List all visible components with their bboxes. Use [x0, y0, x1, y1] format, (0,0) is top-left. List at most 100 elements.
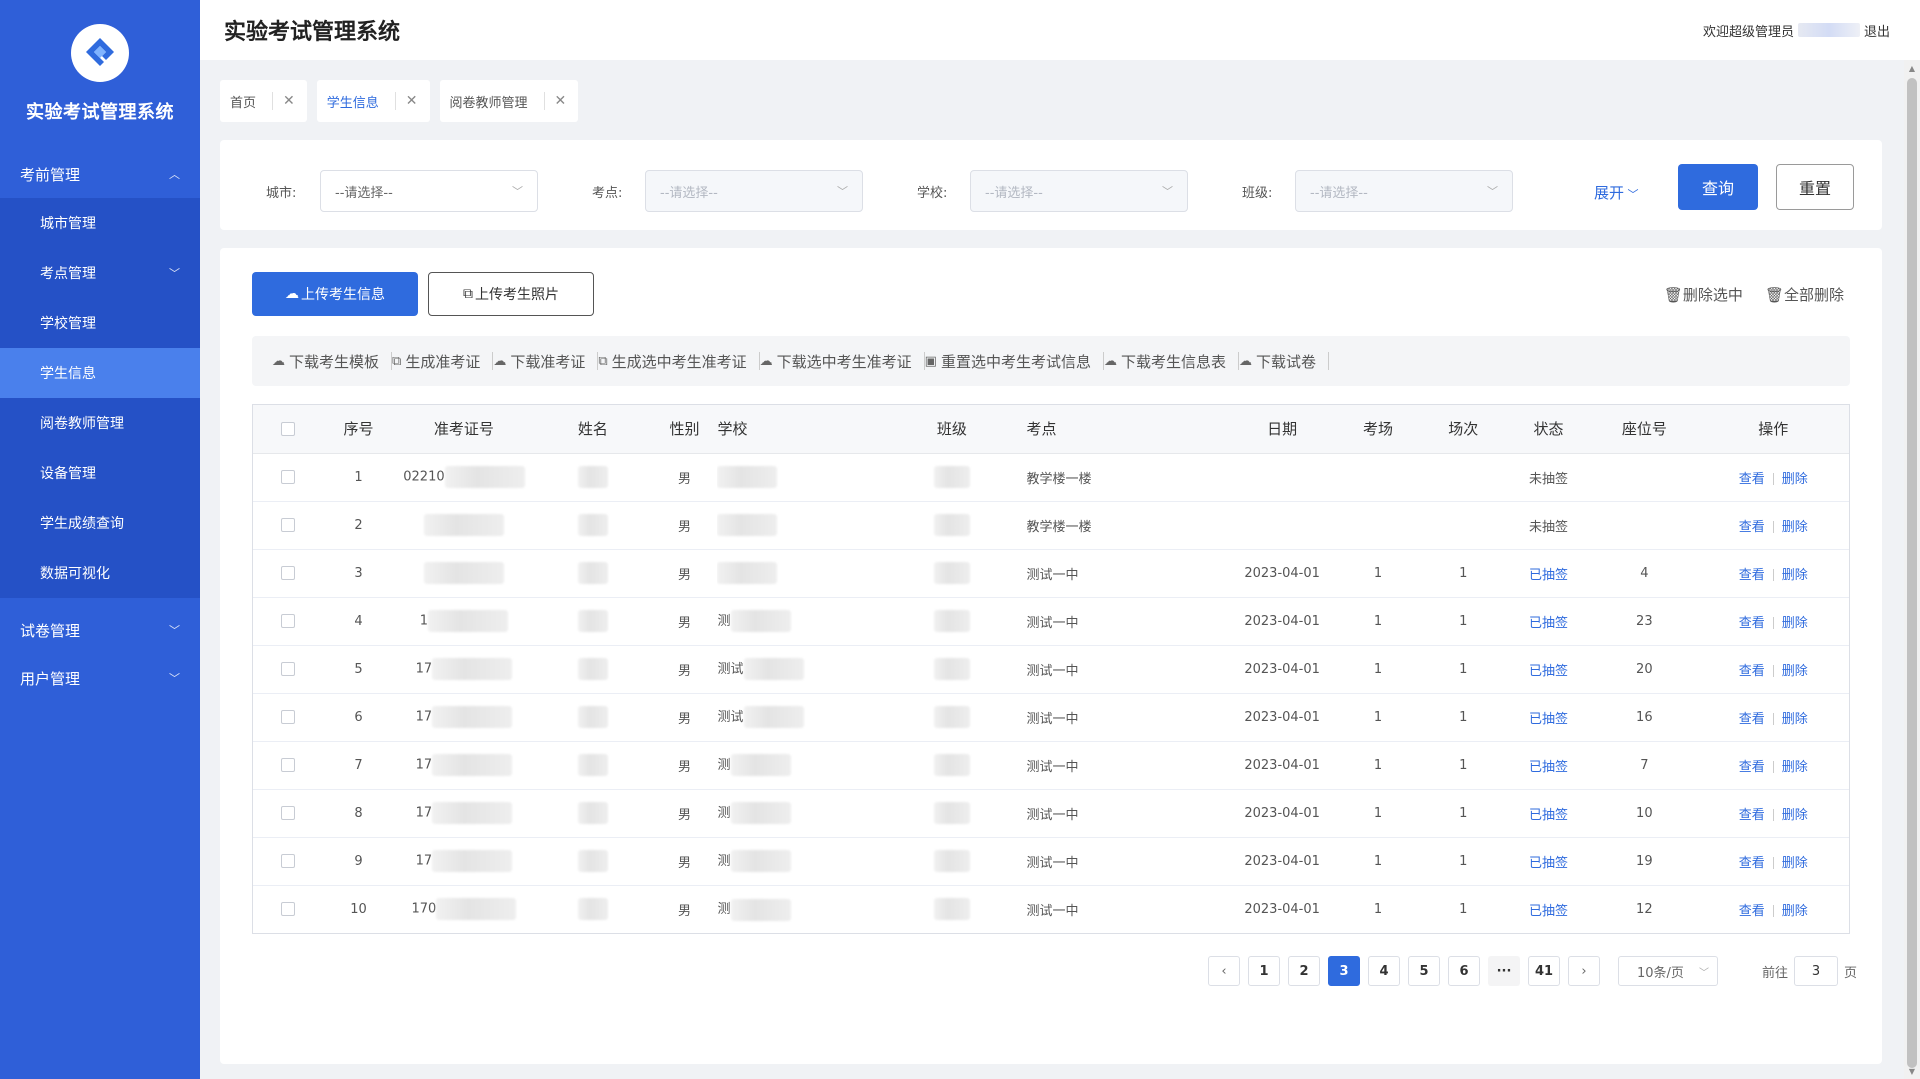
table-row[interactable]: 5 17 男测试 测试一中 2023-04-01 1 1 已抽签 20 查看 删除 — [253, 645, 1849, 694]
view-link[interactable]: 查看 — [1739, 568, 1765, 583]
row-checkbox[interactable] — [281, 566, 296, 580]
class-select[interactable]: --请选择-- ﹀ — [1295, 170, 1513, 212]
view-link[interactable]: 查看 — [1739, 520, 1765, 535]
sidebar-item-scores[interactable]: 学生成绩查询 — [0, 498, 200, 548]
scrollbar-thumb[interactable] — [1907, 78, 1917, 1068]
menu-group-papers[interactable]: 试卷管理 ﹀ — [0, 606, 200, 654]
sidebar-item-visualization[interactable]: 数据可视化 — [0, 548, 200, 598]
view-link[interactable]: 查看 — [1739, 616, 1765, 631]
prev-page-button[interactable]: ‹ — [1208, 956, 1240, 986]
reset-button[interactable]: 重置 — [1776, 164, 1854, 210]
next-page-button[interactable]: › — [1568, 956, 1600, 986]
expand-toggle[interactable]: 展开 ﹀ — [1594, 182, 1639, 203]
school-select[interactable]: --请选择-- ﹀ — [970, 170, 1188, 212]
cell-actions: 查看 删除 — [1697, 597, 1849, 646]
school-label: 学校: — [917, 186, 948, 201]
generate-selected-ticket-button[interactable]: ⧉ 生成选中考生准考证 — [598, 351, 758, 372]
view-link[interactable]: 查看 — [1739, 712, 1765, 727]
download-admission-ticket-button[interactable]: ☁ 下载准考证 — [493, 351, 597, 372]
view-link[interactable]: 查看 — [1739, 808, 1765, 823]
view-link[interactable]: 查看 — [1739, 904, 1765, 919]
delete-link[interactable]: 删除 — [1782, 904, 1808, 919]
sidebar-item-school[interactable]: 学校管理 — [0, 298, 200, 348]
row-checkbox[interactable] — [281, 806, 296, 820]
page-button[interactable]: 6 — [1448, 956, 1480, 986]
row-checkbox[interactable] — [281, 614, 296, 628]
delete-link[interactable]: 删除 — [1782, 520, 1808, 535]
logout-link[interactable]: 退出 — [1864, 21, 1890, 40]
city-select[interactable]: --请选择-- ﹀ — [320, 170, 538, 212]
row-checkbox[interactable] — [281, 854, 296, 868]
upload-student-info-button[interactable]: ☁ 上传考生信息 — [252, 272, 418, 316]
row-checkbox[interactable] — [281, 710, 296, 724]
exam-site-select[interactable]: --请选择-- ﹀ — [645, 170, 863, 212]
table-row[interactable]: 6 17 男测试 测试一中 2023-04-01 1 1 已抽签 16 查看 删除 — [253, 693, 1849, 742]
view-link[interactable]: 查看 — [1739, 472, 1765, 487]
menu-group-users[interactable]: 用户管理 ﹀ — [0, 654, 200, 702]
goto-page-input[interactable] — [1794, 956, 1839, 986]
page-button[interactable]: 41 — [1528, 956, 1560, 986]
scroll-down-arrow-icon[interactable]: ▼ — [1904, 1063, 1920, 1079]
menu-group-exam-prep[interactable]: 考前管理 ︿ — [0, 150, 200, 198]
sidebar-item-device[interactable]: 设备管理 — [0, 448, 200, 498]
sidebar-item-student-info[interactable]: 学生信息 — [0, 348, 200, 398]
page-button[interactable]: 1 — [1248, 956, 1280, 986]
cell-gender: 男 — [677, 903, 691, 919]
row-checkbox[interactable] — [281, 902, 296, 917]
table-row[interactable]: 9 17 男测测试一中 2023-04-01 1 1 已抽签 19 查看 删除 — [253, 837, 1849, 886]
page-button[interactable]: 2 — [1288, 956, 1320, 986]
download-student-table-button[interactable]: ☁ 下载考生信息表 — [1104, 351, 1238, 372]
upload-student-photo-button[interactable]: ⧉ 上传考生照片 — [428, 272, 594, 316]
delete-link[interactable]: 删除 — [1782, 712, 1808, 727]
table-row[interactable]: 3 男测试一中 2023-04-01 1 1 已抽签 4 查看 删除 — [253, 549, 1849, 598]
delete-all-button[interactable]: 🗑全部删除 — [1765, 284, 1844, 305]
table-row[interactable]: 2 男 教学楼一楼 未抽签 查看 删除 — [253, 501, 1849, 550]
download-template-button[interactable]: ☁ 下载考生模板 — [272, 351, 391, 372]
row-checkbox[interactable] — [281, 470, 296, 484]
cell-gender: 男 — [651, 501, 718, 550]
page-button-current[interactable]: 3 — [1328, 956, 1360, 986]
delete-link[interactable]: 删除 — [1782, 856, 1808, 871]
download-paper-button[interactable]: ☁ 下载试卷 — [1239, 351, 1328, 372]
view-link[interactable]: 查看 — [1739, 760, 1765, 775]
table-row[interactable]: 7 17 男测测试一中 2023-04-01 1 1 已抽签 7 查看 删除 — [253, 741, 1849, 790]
close-icon[interactable]: ✕ — [555, 93, 567, 109]
row-checkbox[interactable] — [281, 518, 296, 532]
delete-link[interactable]: 删除 — [1782, 568, 1808, 583]
sidebar-item-label: 数据可视化 — [40, 566, 110, 582]
row-checkbox[interactable] — [281, 758, 296, 772]
page-size-select[interactable]: 10条/页 ﹀ — [1618, 956, 1718, 986]
table-row[interactable]: 4 1 男测测试一中 2023-04-01 1 1 已抽签 23 查看 删除 — [253, 597, 1849, 646]
row-checkbox[interactable] — [281, 662, 296, 676]
tab-grader[interactable]: 阅卷教师管理 ✕ — [439, 80, 579, 122]
table-row[interactable]: 8 17 男测测试一中 2023-04-01 1 1 已抽签 10 查看 删除 — [253, 789, 1849, 838]
download-selected-ticket-button[interactable]: ☁ 下载选中考生准考证 — [760, 351, 924, 372]
reset-selected-exam-info-button[interactable]: ▣ 重置选中考生考试信息 — [925, 351, 1103, 372]
delete-link[interactable]: 删除 — [1782, 664, 1808, 679]
generate-admission-ticket-button[interactable]: ⧉ 生成准考证 — [392, 351, 492, 372]
cell-status: 未抽签 — [1505, 453, 1592, 502]
sidebar-item-city[interactable]: 城市管理 — [0, 198, 200, 248]
close-icon[interactable]: ✕ — [283, 93, 295, 109]
page-button[interactable]: 4 — [1368, 956, 1400, 986]
select-all-checkbox[interactable] — [281, 422, 296, 437]
view-link[interactable]: 查看 — [1739, 856, 1765, 871]
tab-student-info[interactable]: 学生信息 ✕ — [316, 80, 430, 122]
sidebar-item-grader[interactable]: 阅卷教师管理 — [0, 398, 200, 448]
delete-selected-button[interactable]: 🗑删除选中 — [1664, 284, 1743, 305]
delete-link[interactable]: 删除 — [1782, 472, 1808, 487]
more-pages-button[interactable]: ··· — [1488, 956, 1520, 986]
query-button[interactable]: 查询 — [1678, 164, 1758, 210]
sidebar-item-exam-site[interactable]: 考点管理 ﹀ — [0, 248, 200, 298]
view-link[interactable]: 查看 — [1739, 664, 1765, 679]
delete-link[interactable]: 删除 — [1782, 760, 1808, 775]
table-row[interactable]: 1 02210 男 教学楼一楼 未抽签 查看 删除 — [253, 453, 1849, 502]
delete-link[interactable]: 删除 — [1782, 808, 1808, 823]
page-button[interactable]: 5 — [1408, 956, 1440, 986]
close-icon[interactable]: ✕ — [406, 93, 418, 109]
scroll-up-arrow-icon[interactable]: ▲ — [1904, 60, 1920, 76]
table-row[interactable]: 10 170 男 测 测试一中 2023-04-01 1 1 已抽签 12 查看 删除 — [253, 885, 1849, 933]
delete-link[interactable]: 删除 — [1782, 616, 1808, 631]
tab-home[interactable]: 首页 ✕ — [220, 80, 307, 122]
page-scrollbar[interactable]: ▲ ▼ — [1904, 60, 1920, 1079]
